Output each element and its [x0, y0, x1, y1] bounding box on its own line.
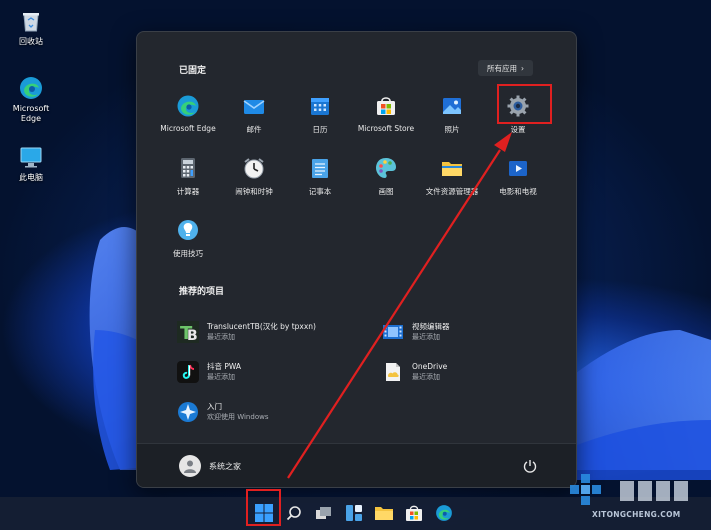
annotation-arrow-icon	[287, 132, 512, 479]
watermark-text: XITONGCHENG.COM	[592, 510, 681, 519]
